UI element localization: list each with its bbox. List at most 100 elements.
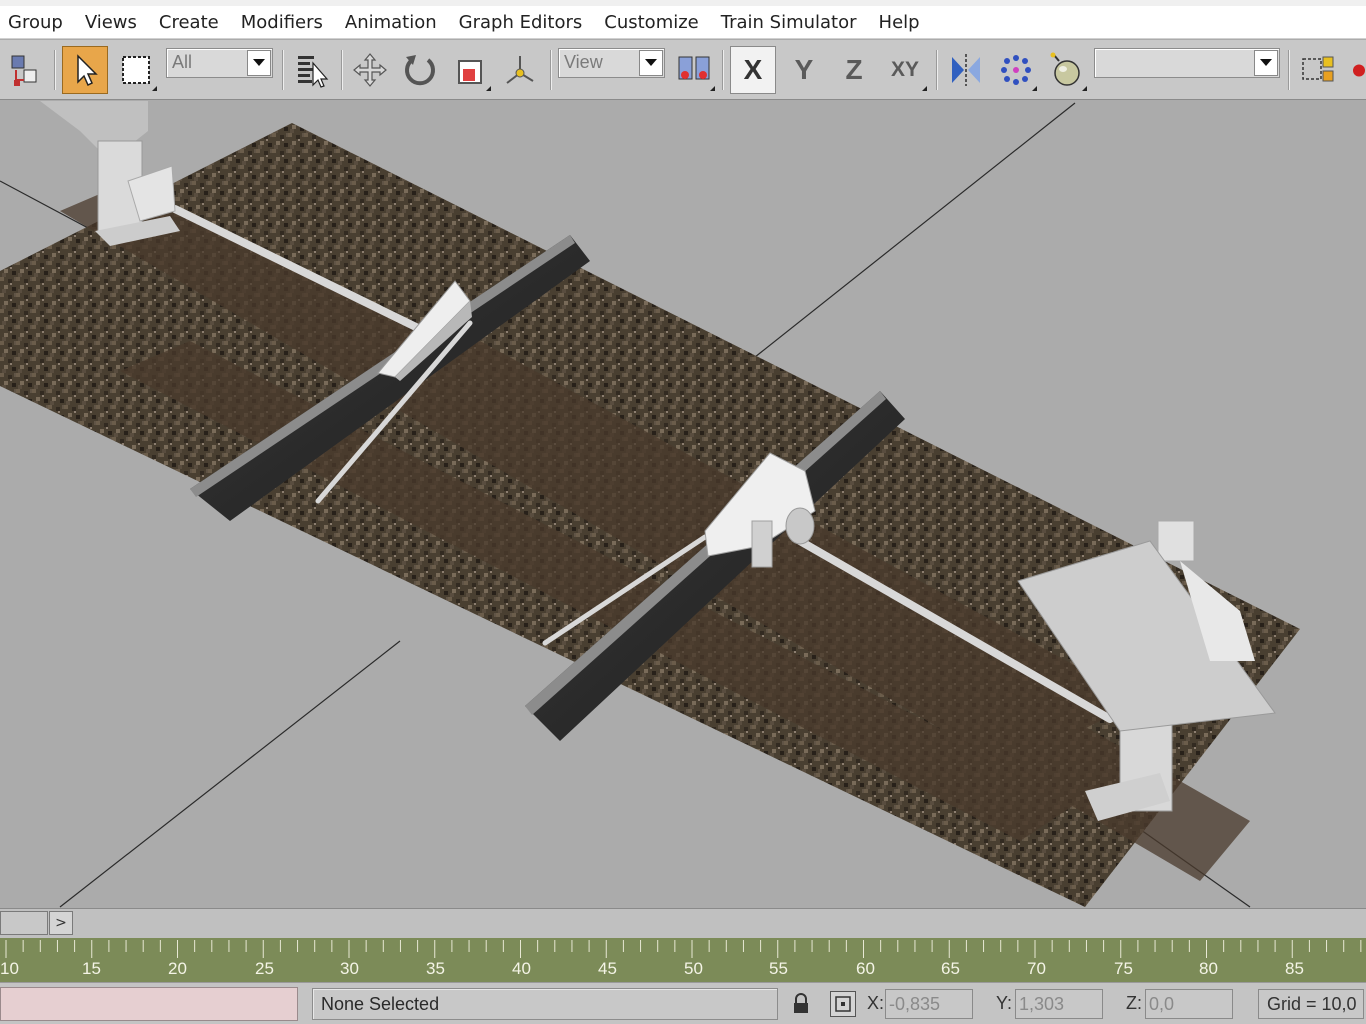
pivot-center-button[interactable] bbox=[672, 46, 716, 94]
selection-filter-dropdown[interactable]: All bbox=[166, 48, 273, 78]
axis-z-label: Z bbox=[845, 54, 863, 85]
tick-label: 30 bbox=[340, 959, 359, 978]
z-coord-label: Z: bbox=[1126, 993, 1142, 1013]
time-slider-thumb[interactable] bbox=[0, 911, 48, 935]
rotate-button[interactable] bbox=[398, 46, 442, 94]
toolbar-separator bbox=[550, 50, 552, 90]
perspective-viewport[interactable] bbox=[0, 101, 1366, 908]
tick-label: 65 bbox=[941, 959, 960, 978]
flyout-indicator bbox=[1082, 86, 1087, 91]
menu-train-simulator[interactable]: Train Simulator bbox=[710, 6, 868, 39]
tick-label: 80 bbox=[1199, 959, 1218, 978]
tick-label: 85 bbox=[1285, 959, 1304, 978]
status-bar: None Selected X: -0,835 Y: 1,303 Z: 0,0 … bbox=[0, 982, 1366, 1024]
x-coord-label: X: bbox=[867, 993, 885, 1013]
lock-icon[interactable] bbox=[792, 993, 810, 1015]
tick-label: 55 bbox=[769, 959, 788, 978]
axis-xy-label: XY bbox=[890, 58, 919, 81]
array-button[interactable] bbox=[994, 46, 1038, 94]
named-selection-sets-button[interactable] bbox=[1296, 46, 1340, 94]
y-coord-label: Y: bbox=[996, 993, 1013, 1013]
flyout-indicator bbox=[1032, 86, 1037, 91]
menu-create[interactable]: Create bbox=[148, 6, 230, 39]
max-window: Group Views Create Modifiers Animation G… bbox=[0, 0, 1366, 1024]
chevron-down-icon[interactable] bbox=[1254, 50, 1278, 76]
axis-xy-button[interactable]: XY bbox=[882, 46, 928, 94]
tick-label: 25 bbox=[255, 959, 274, 978]
axis-z-button[interactable]: Z bbox=[832, 46, 876, 94]
menu-animation[interactable]: Animation bbox=[334, 6, 448, 39]
mirror-button[interactable] bbox=[944, 46, 988, 94]
rect-selection-button[interactable] bbox=[114, 46, 158, 94]
menu-help[interactable]: Help bbox=[868, 6, 931, 39]
named-selection-icon bbox=[1302, 56, 1334, 82]
time-slider[interactable]: > bbox=[0, 908, 1366, 938]
select-by-name-icon bbox=[298, 56, 329, 88]
menu-modifiers[interactable]: Modifiers bbox=[230, 6, 334, 39]
select-link-button[interactable] bbox=[4, 46, 48, 94]
reference-coord-value: View bbox=[564, 52, 603, 72]
axis-x-button[interactable]: X bbox=[730, 46, 776, 94]
toolbar-separator bbox=[54, 50, 56, 90]
toolbar-separator bbox=[722, 50, 724, 90]
toolbar-separator bbox=[341, 50, 343, 90]
tick-label: 45 bbox=[598, 959, 617, 978]
axis-x-label: X bbox=[743, 54, 763, 85]
transform-mode-icon bbox=[835, 996, 851, 1012]
maxscript-listener-field[interactable] bbox=[0, 987, 298, 1021]
y-coord-field[interactable]: 1,303 bbox=[1015, 989, 1103, 1019]
menu-graph-editors[interactable]: Graph Editors bbox=[448, 6, 594, 39]
move-button[interactable] bbox=[348, 46, 392, 94]
toolbar-separator bbox=[1288, 50, 1290, 90]
render-button[interactable] bbox=[1352, 46, 1366, 94]
select-arrow-icon bbox=[77, 54, 98, 87]
bomb-icon bbox=[1050, 52, 1080, 86]
next-frame-button[interactable]: > bbox=[49, 911, 73, 935]
chevron-down-icon[interactable] bbox=[247, 50, 271, 76]
absolute-mode-toggle[interactable] bbox=[830, 991, 856, 1017]
selection-filter-value: All bbox=[172, 52, 193, 72]
scene-canvas bbox=[0, 101, 1300, 908]
select-by-name-button[interactable] bbox=[290, 46, 334, 94]
named-selection-dropdown[interactable] bbox=[1094, 48, 1280, 78]
tick-label: 50 bbox=[684, 959, 703, 978]
rotate-icon bbox=[405, 55, 435, 86]
chevron-down-icon[interactable] bbox=[639, 50, 663, 76]
array-icon bbox=[1001, 55, 1031, 85]
select-object-button[interactable] bbox=[62, 46, 108, 94]
tick-label: 40 bbox=[512, 959, 531, 978]
main-toolbar: All View X Y Z XY bbox=[0, 40, 1366, 100]
flyout-indicator bbox=[922, 86, 927, 91]
tick-label: 60 bbox=[856, 959, 875, 978]
flyout-indicator bbox=[486, 86, 491, 91]
axis-y-button[interactable]: Y bbox=[782, 46, 826, 94]
menu-customize[interactable]: Customize bbox=[593, 6, 709, 39]
pivot-button[interactable] bbox=[498, 46, 542, 94]
x-coord-field[interactable]: -0,835 bbox=[885, 989, 973, 1019]
scale-icon bbox=[458, 60, 482, 84]
teapot-icon bbox=[1353, 64, 1365, 77]
constraint-icon bbox=[678, 56, 710, 80]
move-icon bbox=[353, 53, 387, 87]
menu-views[interactable]: Views bbox=[74, 6, 148, 39]
mirror-icon bbox=[952, 54, 980, 86]
toolbar-separator bbox=[936, 50, 938, 90]
scale-button[interactable] bbox=[448, 46, 492, 94]
reference-coord-dropdown[interactable]: View bbox=[558, 48, 665, 78]
flyout-indicator bbox=[152, 86, 157, 91]
pivot-icon bbox=[506, 56, 534, 84]
grid-size-readout: Grid = 10,0 bbox=[1258, 989, 1364, 1019]
rect-select-icon bbox=[122, 56, 150, 84]
z-coord-field[interactable]: 0,0 bbox=[1145, 989, 1233, 1019]
menu-group[interactable]: Group bbox=[6, 6, 74, 39]
tick-label: 70 bbox=[1027, 959, 1046, 978]
menu-bar: Group Views Create Modifiers Animation G… bbox=[0, 6, 1366, 39]
selection-status: None Selected bbox=[312, 988, 778, 1020]
select-link-icon bbox=[11, 55, 37, 86]
tick-label: 75 bbox=[1114, 959, 1133, 978]
tick-label: 10 bbox=[0, 959, 19, 978]
explode-button[interactable] bbox=[1044, 46, 1088, 94]
track-bar-ruler[interactable]: 10 15 20 25 30 35 40 45 50 55 60 65 70 7… bbox=[0, 938, 1366, 982]
ruler-ticks bbox=[5, 940, 1362, 958]
axis-y-label: Y bbox=[794, 54, 814, 85]
